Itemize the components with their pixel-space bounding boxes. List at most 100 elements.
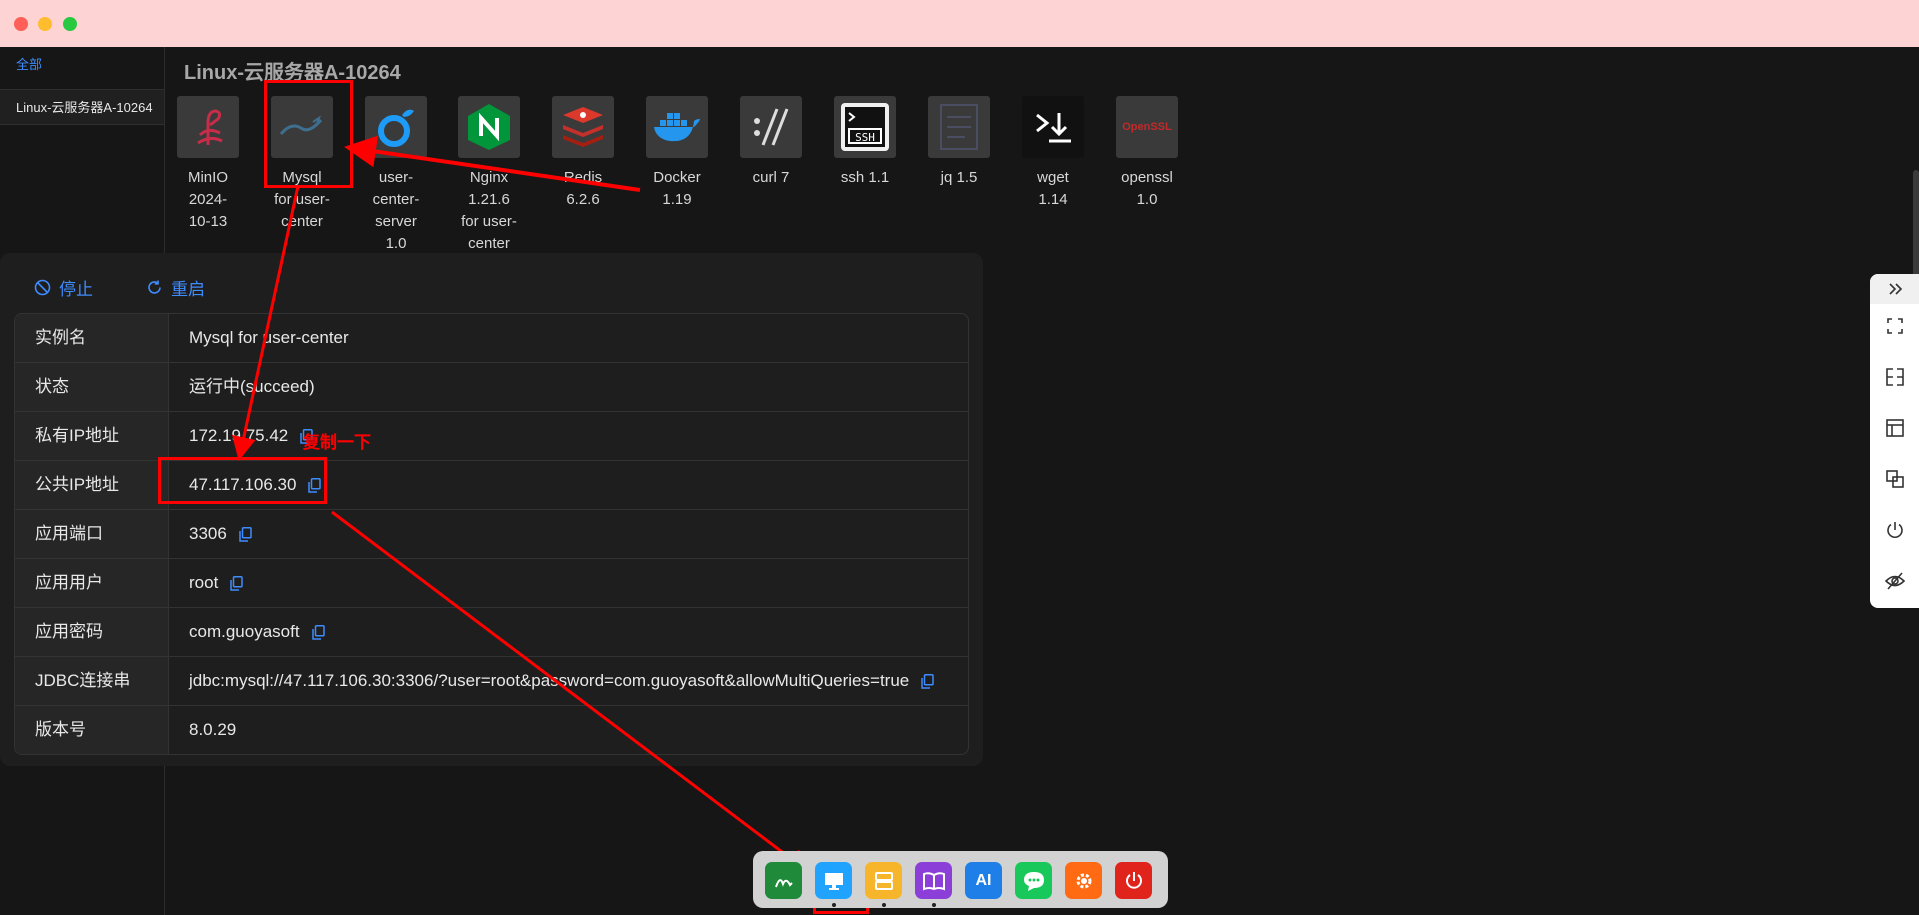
running-indicator	[832, 903, 836, 907]
app-nginx[interactable]: Nginx 1.21.6 for user-center	[453, 96, 525, 255]
expand-toolbar-button[interactable]	[1870, 274, 1919, 304]
power-icon	[1886, 522, 1903, 538]
row-value: Mysql for user-center	[189, 328, 349, 347]
copy-icon[interactable]	[921, 673, 934, 689]
table-row: 应用密码 com.guoyasoft	[15, 608, 968, 657]
jq-icon	[928, 96, 990, 158]
instance-detail-panel: 停止 重启 实例名 Mysql for user-center 状态 运行中(s…	[0, 253, 983, 766]
stop-label: 停止	[59, 280, 93, 299]
restart-button[interactable]: 重启	[146, 275, 205, 300]
stop-button[interactable]: 停止	[34, 275, 93, 300]
app-wget[interactable]: wget 1.14	[1017, 96, 1089, 211]
row-value: 3306	[189, 524, 227, 543]
openssl-logo-text: OpenSSL	[1122, 121, 1172, 133]
dock-power-button[interactable]	[1115, 862, 1152, 899]
row-value: 运行中(succeed)	[189, 377, 315, 396]
split-view-icon	[1885, 368, 1904, 386]
app-label: Docker 1.19	[653, 169, 701, 208]
table-row: 应用用户 root	[15, 559, 968, 608]
sign-icon	[774, 878, 793, 887]
power-toolbar-button[interactable]	[1870, 510, 1919, 550]
dock-chat-button[interactable]	[1015, 862, 1052, 899]
app-minio[interactable]: MinIO 2024-10-13	[172, 96, 244, 233]
app-label: wget 1.14	[1037, 169, 1069, 208]
window-switch-button[interactable]	[1870, 459, 1919, 499]
copy-icon[interactable]	[230, 575, 244, 591]
app-mysql[interactable]: Mysql for user-center	[266, 96, 338, 233]
table-row: 实例名 Mysql for user-center	[15, 314, 968, 363]
side-toolbar	[1870, 274, 1919, 608]
row-key: 版本号	[15, 706, 169, 754]
double-chevron-right-icon	[1888, 283, 1902, 295]
dock: AI	[753, 851, 1168, 908]
chat-icon	[1023, 871, 1044, 891]
table-row: 应用端口 3306	[15, 510, 968, 559]
sidebar-item-all[interactable]: 全部	[0, 47, 164, 83]
dock-server-button[interactable]	[865, 862, 902, 899]
app-label: jq 1.5	[940, 169, 978, 186]
fullscreen-button[interactable]	[1870, 306, 1919, 346]
running-indicator	[932, 903, 936, 907]
refresh-icon	[148, 280, 161, 294]
app-label: openssl 1.0	[1121, 169, 1173, 208]
dock-settings-button[interactable]	[1065, 862, 1102, 899]
table-row: 版本号 8.0.29	[15, 706, 968, 754]
minimize-window-button[interactable]	[38, 17, 52, 31]
svg-text:SSH: SSH	[855, 131, 875, 144]
table-row: 公共IP地址 47.117.106.30	[15, 461, 968, 510]
maximize-window-button[interactable]	[63, 17, 77, 31]
row-key: 私有IP地址	[15, 412, 169, 460]
row-key: 应用用户	[15, 559, 169, 607]
window-titlebar	[0, 0, 1919, 47]
row-value: jdbc:mysql://47.117.106.30:3306/?user=ro…	[189, 671, 910, 690]
row-value: com.guoyasoft	[189, 622, 300, 641]
app-label: Nginx 1.21.6 for user-center	[461, 169, 517, 252]
close-window-button[interactable]	[14, 17, 28, 31]
row-value: 172.19.75.42	[189, 426, 289, 445]
app-label: user-center-server 1.0	[372, 169, 420, 252]
row-key: 应用密码	[15, 608, 169, 656]
app-ssh[interactable]: SSH ssh 1.1	[829, 96, 901, 189]
copy-icon[interactable]	[239, 526, 252, 542]
docker-icon	[646, 96, 708, 158]
dock-book-button[interactable]	[915, 862, 952, 899]
hide-button[interactable]	[1870, 561, 1919, 601]
dock-sign-button[interactable]	[765, 862, 802, 899]
copy-icon[interactable]	[308, 477, 322, 493]
app-label: ssh 1.1	[840, 169, 890, 186]
monitor-icon	[824, 872, 843, 890]
restart-label: 重启	[171, 280, 205, 299]
copy-icon[interactable]	[311, 624, 325, 640]
app-curl[interactable]: curl 7	[735, 96, 807, 189]
redis-icon	[552, 96, 614, 158]
app-openssl[interactable]: OpenSSL openssl 1.0	[1111, 96, 1183, 211]
layout-button[interactable]	[1870, 408, 1919, 448]
curl-icon	[740, 96, 802, 158]
row-value: root	[189, 573, 219, 592]
eye-off-icon	[1884, 572, 1905, 590]
ai-icon: AI	[975, 871, 992, 889]
app-docker[interactable]: Docker 1.19	[641, 96, 713, 211]
dock-ai-button[interactable]: AI	[965, 862, 1002, 899]
page-title: Linux-云服务器A-10264	[184, 62, 401, 84]
table-row: 私有IP地址 172.19.75.42	[15, 412, 968, 461]
split-view-button[interactable]	[1870, 357, 1919, 397]
settings-icon	[1076, 873, 1091, 888]
user-center-server-icon	[365, 96, 427, 158]
overlap-windows-icon	[1885, 470, 1904, 488]
row-key: JDBC连接串	[15, 657, 169, 705]
server-icon	[874, 871, 893, 890]
instance-info-table: 实例名 Mysql for user-center 状态 运行中(succeed…	[14, 313, 969, 755]
table-row: JDBC连接串 jdbc:mysql://47.117.106.30:3306/…	[15, 657, 968, 706]
app-jq[interactable]: jq 1.5	[923, 96, 995, 189]
minio-icon	[177, 96, 239, 158]
app-redis[interactable]: Redis 6.2.6	[547, 96, 619, 211]
app-user-center-server[interactable]: user-center-server 1.0	[360, 96, 432, 255]
row-value: 8.0.29	[189, 720, 237, 739]
layout-icon	[1885, 419, 1904, 437]
row-value: 47.117.106.30	[189, 475, 297, 494]
row-key: 实例名	[15, 314, 169, 362]
sidebar-item-server[interactable]: Linux-云服务器A-10264	[0, 89, 164, 125]
dock-monitor-button[interactable]	[815, 862, 852, 899]
annotation-text: 复制一下	[303, 433, 371, 452]
